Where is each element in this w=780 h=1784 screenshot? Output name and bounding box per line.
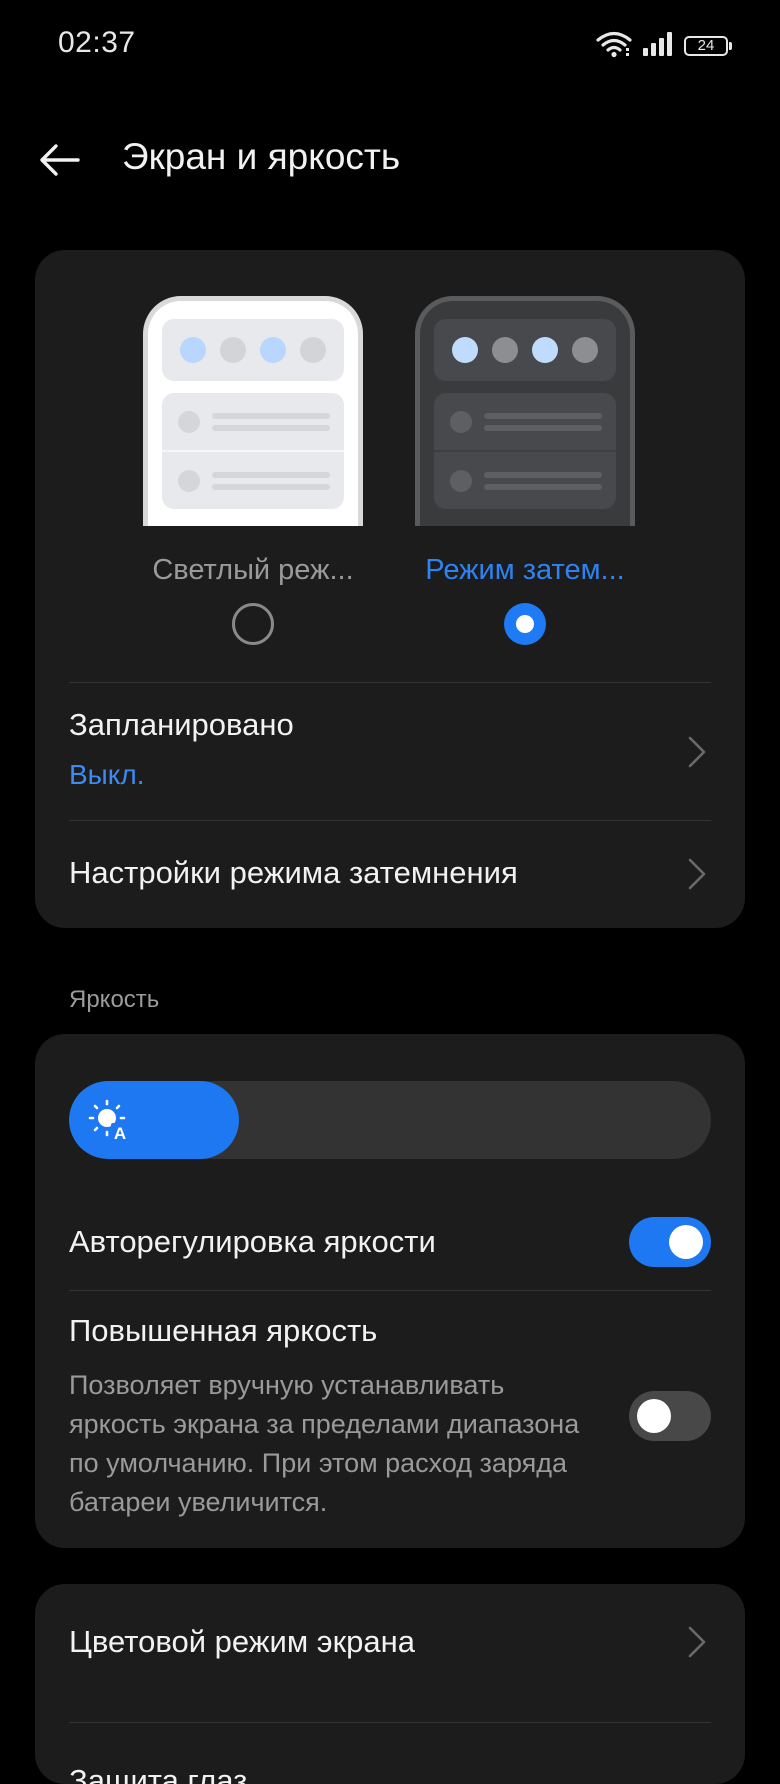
- dark-mode-radio[interactable]: [504, 603, 546, 645]
- color-mode-title: Цветовой режим экрана: [69, 1624, 415, 1659]
- light-mode-radio[interactable]: [232, 603, 274, 645]
- boost-brightness-title: Повышенная яркость: [69, 1313, 378, 1348]
- dark-mode-preview: [415, 296, 635, 526]
- chevron-right-icon: [688, 736, 706, 768]
- light-mode-option[interactable]: Светлый реж...: [133, 296, 373, 645]
- brightness-card: A Авторегулировка яркости Повышенная ярк…: [35, 1034, 745, 1548]
- eye-protection-row[interactable]: Защита глаз: [35, 1723, 745, 1784]
- scheduled-row[interactable]: Запланировано Выкл.: [35, 683, 745, 820]
- brightness-slider[interactable]: A: [69, 1081, 711, 1159]
- wifi-icon: [596, 30, 632, 63]
- dark-mode-settings-row[interactable]: Настройки режима затемнения: [35, 821, 745, 928]
- status-time: 02:37: [58, 26, 136, 59]
- svg-text:A: A: [114, 1124, 126, 1142]
- page-title: Экран и яркость: [122, 136, 401, 177]
- auto-brightness-label: Авторегулировка яркости: [69, 1224, 436, 1259]
- toggle-knob: [669, 1225, 703, 1259]
- arrow-left-icon: [40, 144, 80, 176]
- eye-protection-title: Защита глаз: [69, 1763, 248, 1784]
- status-bar: 02:37 24: [0, 0, 780, 90]
- color-mode-card: Цветовой режим экрана Защита глаз: [35, 1584, 745, 1784]
- auto-brightness-row[interactable]: Авторегулировка яркости: [35, 1194, 745, 1290]
- dark-mode-settings-title: Настройки режима затемнения: [69, 855, 518, 890]
- toggle-knob: [637, 1399, 671, 1433]
- display-mode-card: Светлый реж... Режим затем... Запланиров…: [35, 250, 745, 928]
- dark-mode-label: Режим затем...: [425, 554, 625, 586]
- light-mode-label: Светлый реж...: [152, 554, 354, 586]
- boost-brightness-toggle[interactable]: [629, 1391, 711, 1441]
- battery-icon: 24: [684, 36, 732, 56]
- boost-brightness-row[interactable]: Повышенная яркость Позволяет вручную уст…: [35, 1291, 745, 1548]
- battery-level: 24: [697, 37, 715, 54]
- color-mode-row[interactable]: Цветовой режим экрана: [35, 1584, 745, 1722]
- light-mode-preview: [143, 296, 363, 526]
- auto-brightness-toggle[interactable]: [629, 1217, 711, 1267]
- auto-brightness-icon: A: [88, 1099, 129, 1142]
- dark-mode-option[interactable]: Режим затем...: [405, 296, 645, 645]
- boost-brightness-description: Позволяет вручную устанавливать яркость …: [69, 1370, 580, 1517]
- scheduled-value: Выкл.: [69, 759, 145, 790]
- signal-icon: [642, 31, 674, 62]
- chevron-right-icon: [688, 858, 706, 890]
- brightness-section-label: Яркость: [69, 986, 160, 1013]
- scheduled-title: Запланировано: [69, 707, 294, 742]
- header: Экран и яркость: [0, 120, 780, 200]
- back-button[interactable]: [36, 138, 84, 182]
- status-icons: 24: [596, 30, 732, 63]
- chevron-right-icon: [688, 1626, 706, 1658]
